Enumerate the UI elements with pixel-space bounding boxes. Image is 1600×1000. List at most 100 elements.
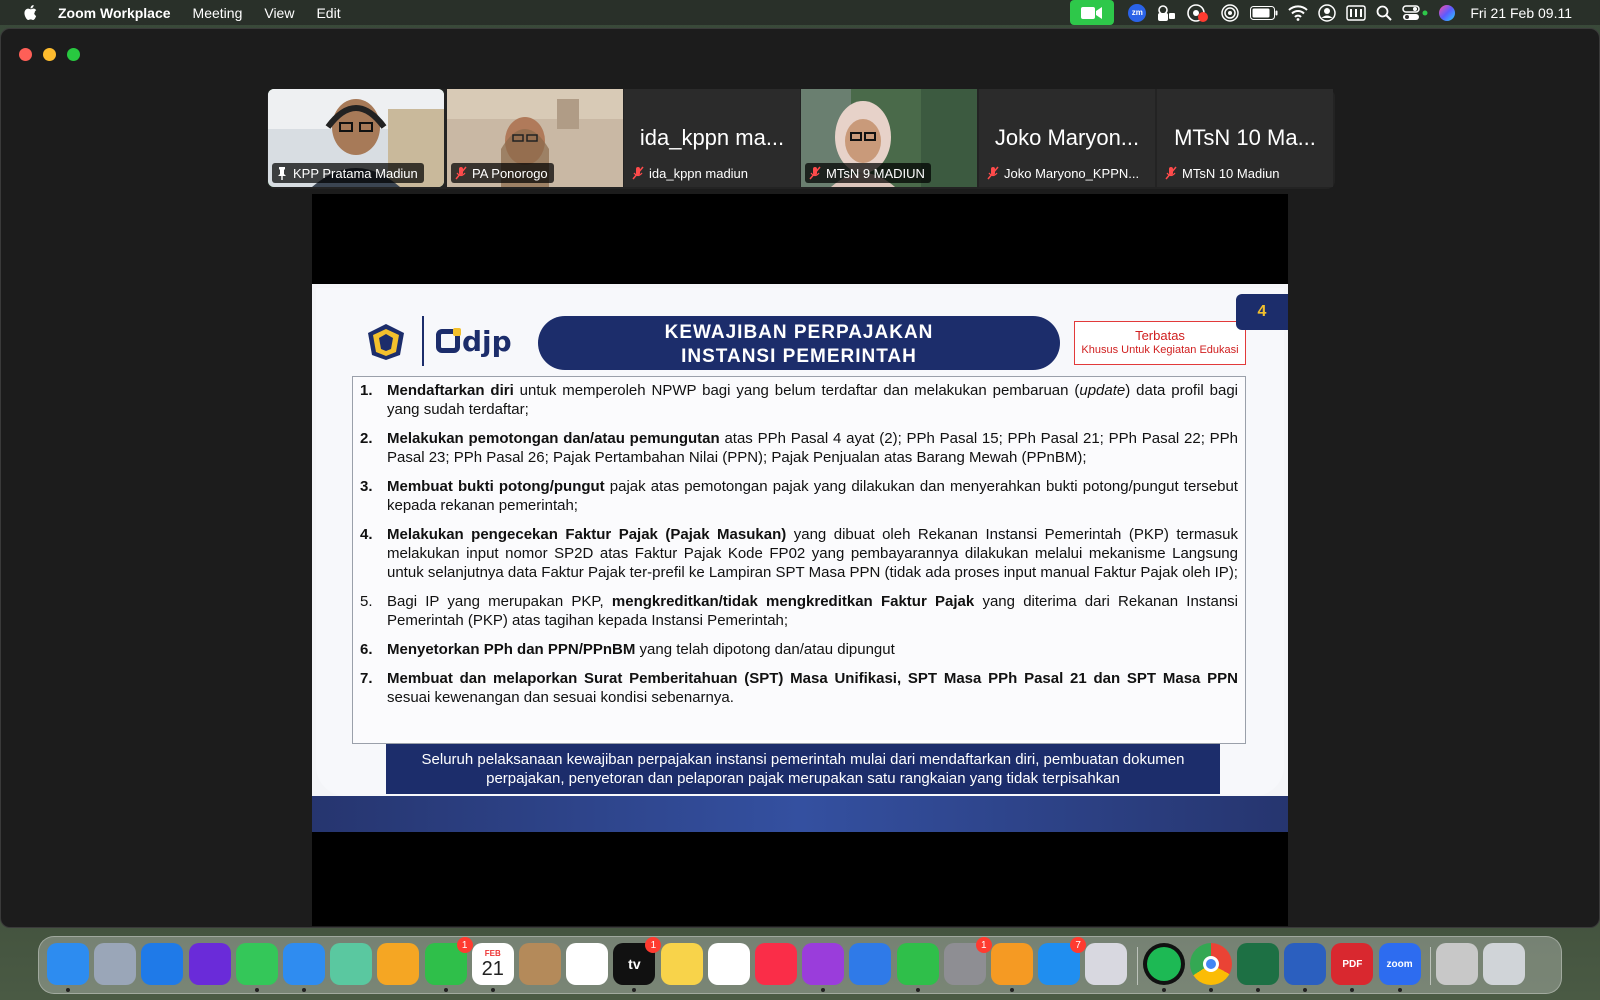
- item-number: 4.: [360, 526, 373, 543]
- running-indicator: [1010, 988, 1014, 992]
- participant-name: PA Ponorogo: [472, 165, 548, 181]
- menubar-clock[interactable]: Fri 21 Feb 09.11: [1470, 5, 1572, 21]
- excel-icon[interactable]: [1237, 943, 1279, 985]
- finder-icon[interactable]: [47, 943, 89, 985]
- running-indicator: [821, 988, 826, 992]
- participant-tile[interactable]: ida_kppn ma... ida_kppn madiun: [624, 89, 800, 187]
- item-text: sesuai kewenangan dan sesuai kondisi seb…: [387, 689, 734, 706]
- participant-name-label: MTsN 10 Madiun: [1161, 163, 1286, 183]
- item-number: 3.: [360, 478, 373, 495]
- safari-icon[interactable]: [141, 943, 184, 985]
- app-store-icon[interactable]: 7: [1038, 937, 1087, 985]
- contacts-icon[interactable]: [519, 943, 561, 985]
- firefox-icon[interactable]: [188, 943, 231, 985]
- zoom-video-icon[interactable]: [1070, 0, 1115, 25]
- menu-edit[interactable]: Edit: [316, 5, 340, 21]
- apple-icon[interactable]: [22, 4, 38, 21]
- dock: 1 FEB 21 tv 1 1 7 PDF zoom: [38, 936, 1562, 994]
- participant-name: MTsN 9 MADIUN: [826, 165, 925, 181]
- battery-icon[interactable]: [1250, 0, 1278, 25]
- menu-view[interactable]: View: [264, 5, 294, 21]
- siri-icon[interactable]: [1438, 0, 1456, 25]
- item-bold-text: Membuat dan melaporkan Surat Pemberitahu…: [387, 670, 1238, 687]
- item-number: 7.: [360, 670, 373, 687]
- mic-muted-icon: [809, 166, 821, 180]
- reminders-icon[interactable]: [566, 943, 609, 985]
- keynote-icon[interactable]: [849, 943, 892, 985]
- participant-tile[interactable]: MTsN 10 Ma... MTsN 10 Madiun: [1157, 89, 1333, 187]
- spotify-icon[interactable]: [1142, 943, 1185, 985]
- item-bold-text: Melakukan pemotongan dan/atau pemungutan: [387, 430, 720, 447]
- shared-screen[interactable]: djp KEWAJIBAN PERPAJAKAN INSTANSI PEMERI…: [312, 194, 1288, 926]
- close-window-button[interactable]: [19, 48, 32, 61]
- item-bold-text: Mendaftarkan diri: [387, 382, 514, 399]
- kemenkeu-emblem-icon: [368, 324, 404, 360]
- participant-tile[interactable]: MTsN 9 MADIUN: [801, 89, 977, 187]
- freeform-icon[interactable]: [707, 943, 750, 985]
- trash-icon[interactable]: [1483, 943, 1525, 985]
- lock-status-icon[interactable]: [1156, 0, 1176, 25]
- restricted-label: Terbatas: [1135, 328, 1185, 343]
- logo-separator: [422, 316, 424, 366]
- maps-icon[interactable]: [330, 943, 373, 985]
- keyboard-icon[interactable]: [1346, 0, 1367, 25]
- music-icon[interactable]: [755, 943, 797, 985]
- maximize-window-button[interactable]: [67, 48, 80, 61]
- running-indicator: [1303, 988, 1308, 992]
- list-item: 7. Membuat dan melaporkan Surat Pemberit…: [360, 669, 1238, 707]
- photos-icon[interactable]: [377, 943, 420, 985]
- participant-name: Joko Maryono_KPPN...: [1004, 165, 1140, 181]
- airplay-icon[interactable]: [1220, 0, 1240, 25]
- screen-record-icon[interactable]: [1186, 0, 1210, 25]
- participant-tile[interactable]: KPP Pratama Madiun: [268, 89, 444, 187]
- word-icon[interactable]: [1284, 943, 1327, 985]
- apple-tv-icon[interactable]: tv 1: [613, 937, 662, 985]
- item-text: Bagi IP yang merupakan PKP,: [387, 593, 612, 610]
- pages-icon[interactable]: [991, 943, 1033, 985]
- system-settings-icon[interactable]: 1: [943, 937, 992, 985]
- menu-meeting[interactable]: Meeting: [193, 5, 243, 21]
- calendar-icon[interactable]: FEB 21: [471, 943, 514, 985]
- obligations-list: 1. Mendaftarkan diri untuk memperoleh NP…: [352, 376, 1246, 744]
- participant-tile[interactable]: Joko Maryon... Joko Maryono_KPPN...: [979, 89, 1155, 187]
- item-bold-text: Melakukan pengecekan Faktur Pajak (Pajak…: [387, 526, 787, 543]
- launchpad-icon[interactable]: [94, 943, 137, 985]
- presentation-slide: djp KEWAJIBAN PERPAJAKAN INSTANSI PEMERI…: [312, 284, 1288, 832]
- pin-icon: [278, 167, 286, 180]
- participant-name: MTsN 10 Madiun: [1182, 165, 1280, 181]
- participant-name-label: ida_kppn madiun: [628, 163, 754, 183]
- participant-name-label: MTsN 9 MADIUN: [805, 163, 931, 183]
- menu-app-name[interactable]: Zoom Workplace: [58, 5, 171, 21]
- pdf-icon[interactable]: PDF: [1331, 943, 1374, 985]
- djp-logo-text: djp: [462, 324, 512, 358]
- slide-card: djp KEWAJIBAN PERPAJAKAN INSTANSI PEMERI…: [316, 288, 1284, 796]
- chrome-icon[interactable]: [1189, 943, 1232, 985]
- notes-icon[interactable]: [660, 943, 703, 985]
- numbers-icon[interactable]: [896, 943, 939, 985]
- restricted-stamp: Terbatas Khusus Untuk Kegiatan Edukasi: [1074, 321, 1246, 365]
- running-indicator: [915, 988, 920, 992]
- mail-icon[interactable]: [283, 943, 325, 985]
- wifi-icon[interactable]: [1288, 0, 1309, 25]
- minimize-window-button[interactable]: [43, 48, 56, 61]
- messages-icon[interactable]: [235, 943, 278, 985]
- notification-badge: 1: [456, 937, 473, 953]
- control-center-icon[interactable]: [1402, 0, 1428, 25]
- podcasts-icon[interactable]: [802, 943, 845, 985]
- downloads-stack-icon[interactable]: [1435, 943, 1478, 985]
- calendar-month-label: FEB: [484, 948, 501, 958]
- slide-title-line1: KEWAJIBAN PERPAJAKAN: [664, 321, 934, 343]
- zm-icon[interactable]: zm: [1128, 0, 1147, 25]
- user-icon[interactable]: [1318, 0, 1337, 25]
- tv-label: tv: [628, 956, 641, 972]
- zoom-icon[interactable]: zoom: [1378, 943, 1421, 985]
- iphone-mirroring-icon[interactable]: [1085, 943, 1128, 985]
- item-number: 6.: [360, 641, 373, 658]
- search-icon[interactable]: [1376, 0, 1393, 25]
- participant-tile[interactable]: PA Ponorogo: [447, 89, 623, 187]
- list-item: 4. Melakukan pengecekan Faktur Pajak (Pa…: [360, 525, 1238, 582]
- pdf-label: PDF: [1342, 958, 1363, 970]
- item-text: untuk memperoleh NPWP bagi yang belum te…: [513, 382, 1080, 399]
- participant-name: KPP Pratama Madiun: [293, 165, 418, 181]
- facetime-icon[interactable]: 1: [424, 937, 473, 985]
